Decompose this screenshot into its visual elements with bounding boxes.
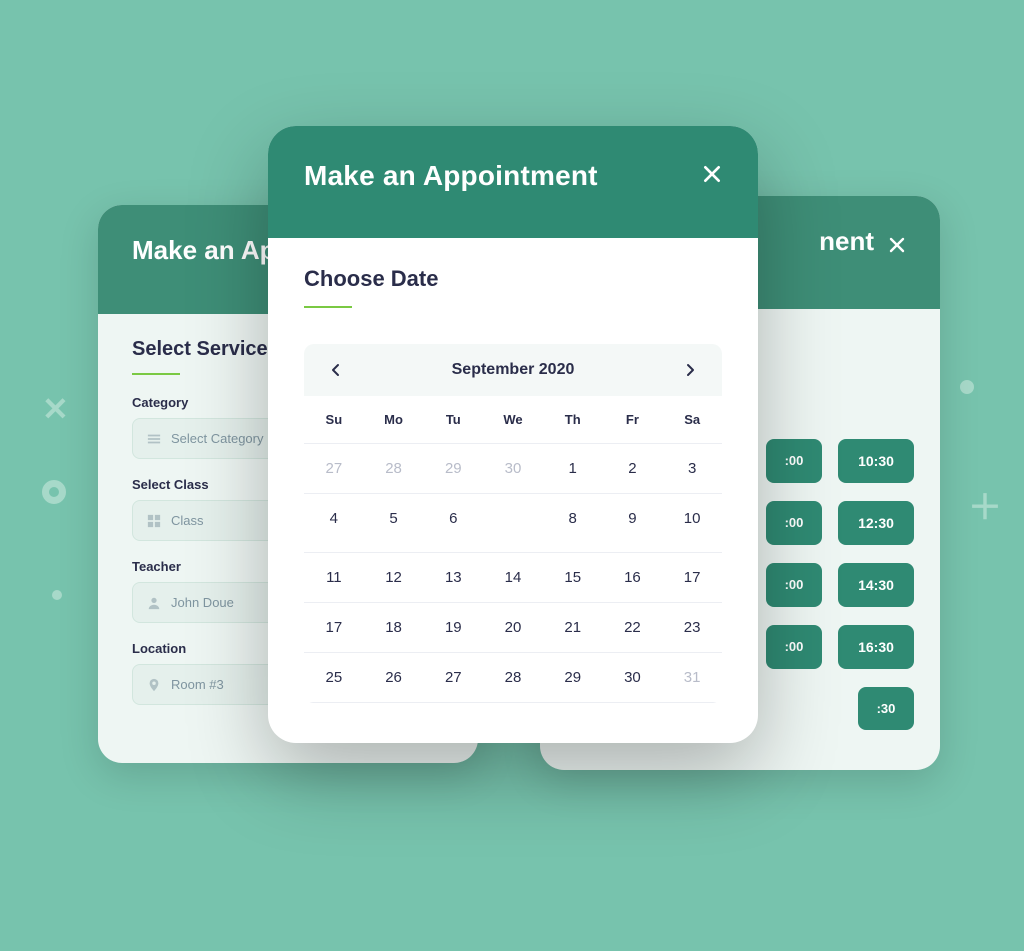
calendar-day: 27 — [304, 444, 364, 493]
calendar-day[interactable]: 6 — [423, 494, 483, 552]
time-slot[interactable]: :00 — [766, 439, 822, 483]
section-title: Choose Date — [304, 266, 722, 292]
close-button[interactable] — [888, 226, 906, 261]
close-icon — [702, 164, 722, 184]
calendar-day-header: Th — [543, 396, 603, 443]
calendar-day[interactable]: 19 — [423, 603, 483, 652]
field-value: Room #3 — [171, 677, 224, 692]
field-value: Class — [171, 513, 204, 528]
calendar-day[interactable]: 10 — [662, 494, 722, 552]
calendar-day[interactable]: 13 — [423, 553, 483, 602]
calendar-day[interactable]: 17 — [662, 553, 722, 602]
calendar-day-header: Su — [304, 396, 364, 443]
chevron-right-icon — [683, 363, 697, 377]
calendar-day-header: Tu — [423, 396, 483, 443]
time-slot[interactable]: 14:30 — [838, 563, 914, 607]
time-slot[interactable]: 16:30 — [838, 625, 914, 669]
calendar-day-header: Sa — [662, 396, 722, 443]
calendar: September 2020 SuMoTuWeThFrSa 2728293012… — [304, 344, 722, 703]
pin-icon — [147, 678, 161, 692]
calendar-day: 30 — [483, 444, 543, 493]
calendar-day: 31 — [662, 653, 722, 702]
time-slot[interactable]: 10:30 — [838, 439, 914, 483]
calendar-day[interactable]: 4 — [304, 494, 364, 552]
calendar-day[interactable]: 26 — [364, 653, 424, 702]
calendar-day-header: Mo — [364, 396, 424, 443]
time-slot[interactable]: :00 — [766, 563, 822, 607]
calendar-month-label: September 2020 — [452, 361, 575, 379]
field-value: Select Category — [171, 431, 264, 446]
calendar-day[interactable]: 22 — [603, 603, 663, 652]
card-title: Make an Appointment — [304, 160, 598, 192]
calendar-day[interactable]: 29 — [543, 653, 603, 702]
time-slot[interactable]: :00 — [766, 501, 822, 545]
section-underline — [304, 306, 352, 308]
calendar-day[interactable]: 1 — [543, 444, 603, 493]
calendar-day[interactable]: 25 — [304, 653, 364, 702]
close-button[interactable] — [702, 160, 722, 189]
calendar-day[interactable]: 9 — [603, 494, 663, 552]
calendar-day[interactable]: 7 — [483, 494, 543, 552]
section-underline — [132, 373, 180, 375]
calendar-day[interactable]: 8 — [543, 494, 603, 552]
calendar-day[interactable]: 30 — [603, 653, 663, 702]
calendar-day: 29 — [423, 444, 483, 493]
time-slot[interactable]: :30 — [858, 687, 914, 730]
calendar-grid: SuMoTuWeThFrSa 2728293012345678910111213… — [304, 396, 722, 703]
calendar-day[interactable]: 21 — [543, 603, 603, 652]
card-title-fragment: nent — [819, 226, 874, 257]
calendar-day[interactable]: 28 — [483, 653, 543, 702]
calendar-day[interactable]: 20 — [483, 603, 543, 652]
next-month-button[interactable] — [680, 360, 700, 380]
user-icon — [147, 596, 161, 610]
calendar-day-header: We — [483, 396, 543, 443]
bg-decoration-dot-icon — [52, 590, 62, 600]
calendar-day[interactable]: 17 — [304, 603, 364, 652]
bg-decoration-plus-icon: ＋ — [968, 480, 1002, 529]
grid-icon — [147, 514, 161, 528]
list-icon — [147, 432, 161, 446]
card-header: Make an Appointment — [268, 126, 758, 238]
bg-decoration-ring-icon — [42, 480, 66, 504]
card-choose-date: Make an Appointment Choose Date Septembe… — [268, 126, 758, 743]
calendar-header: September 2020 — [304, 344, 722, 396]
calendar-day: 28 — [364, 444, 424, 493]
calendar-day[interactable]: 2 — [603, 444, 663, 493]
calendar-day[interactable]: 11 — [304, 553, 364, 602]
calendar-day[interactable]: 14 — [483, 553, 543, 602]
calendar-day[interactable]: 23 — [662, 603, 722, 652]
chevron-left-icon — [329, 363, 343, 377]
time-slot[interactable]: 12:30 — [838, 501, 914, 545]
calendar-day[interactable]: 15 — [543, 553, 603, 602]
calendar-day[interactable]: 16 — [603, 553, 663, 602]
card-title-fragment: Make an Ap — [132, 235, 276, 265]
prev-month-button[interactable] — [326, 360, 346, 380]
calendar-day-header: Fr — [603, 396, 663, 443]
calendar-day[interactable]: 27 — [423, 653, 483, 702]
calendar-day[interactable]: 18 — [364, 603, 424, 652]
calendar-day[interactable]: 12 — [364, 553, 424, 602]
calendar-day[interactable]: 3 — [662, 444, 722, 493]
field-value: John Doue — [171, 595, 234, 610]
time-slot[interactable]: :00 — [766, 625, 822, 669]
close-icon — [888, 236, 906, 254]
bg-decoration-x-icon: ✕ — [42, 390, 69, 428]
bg-decoration-dot-icon — [960, 380, 974, 394]
calendar-day[interactable]: 5 — [364, 494, 424, 552]
